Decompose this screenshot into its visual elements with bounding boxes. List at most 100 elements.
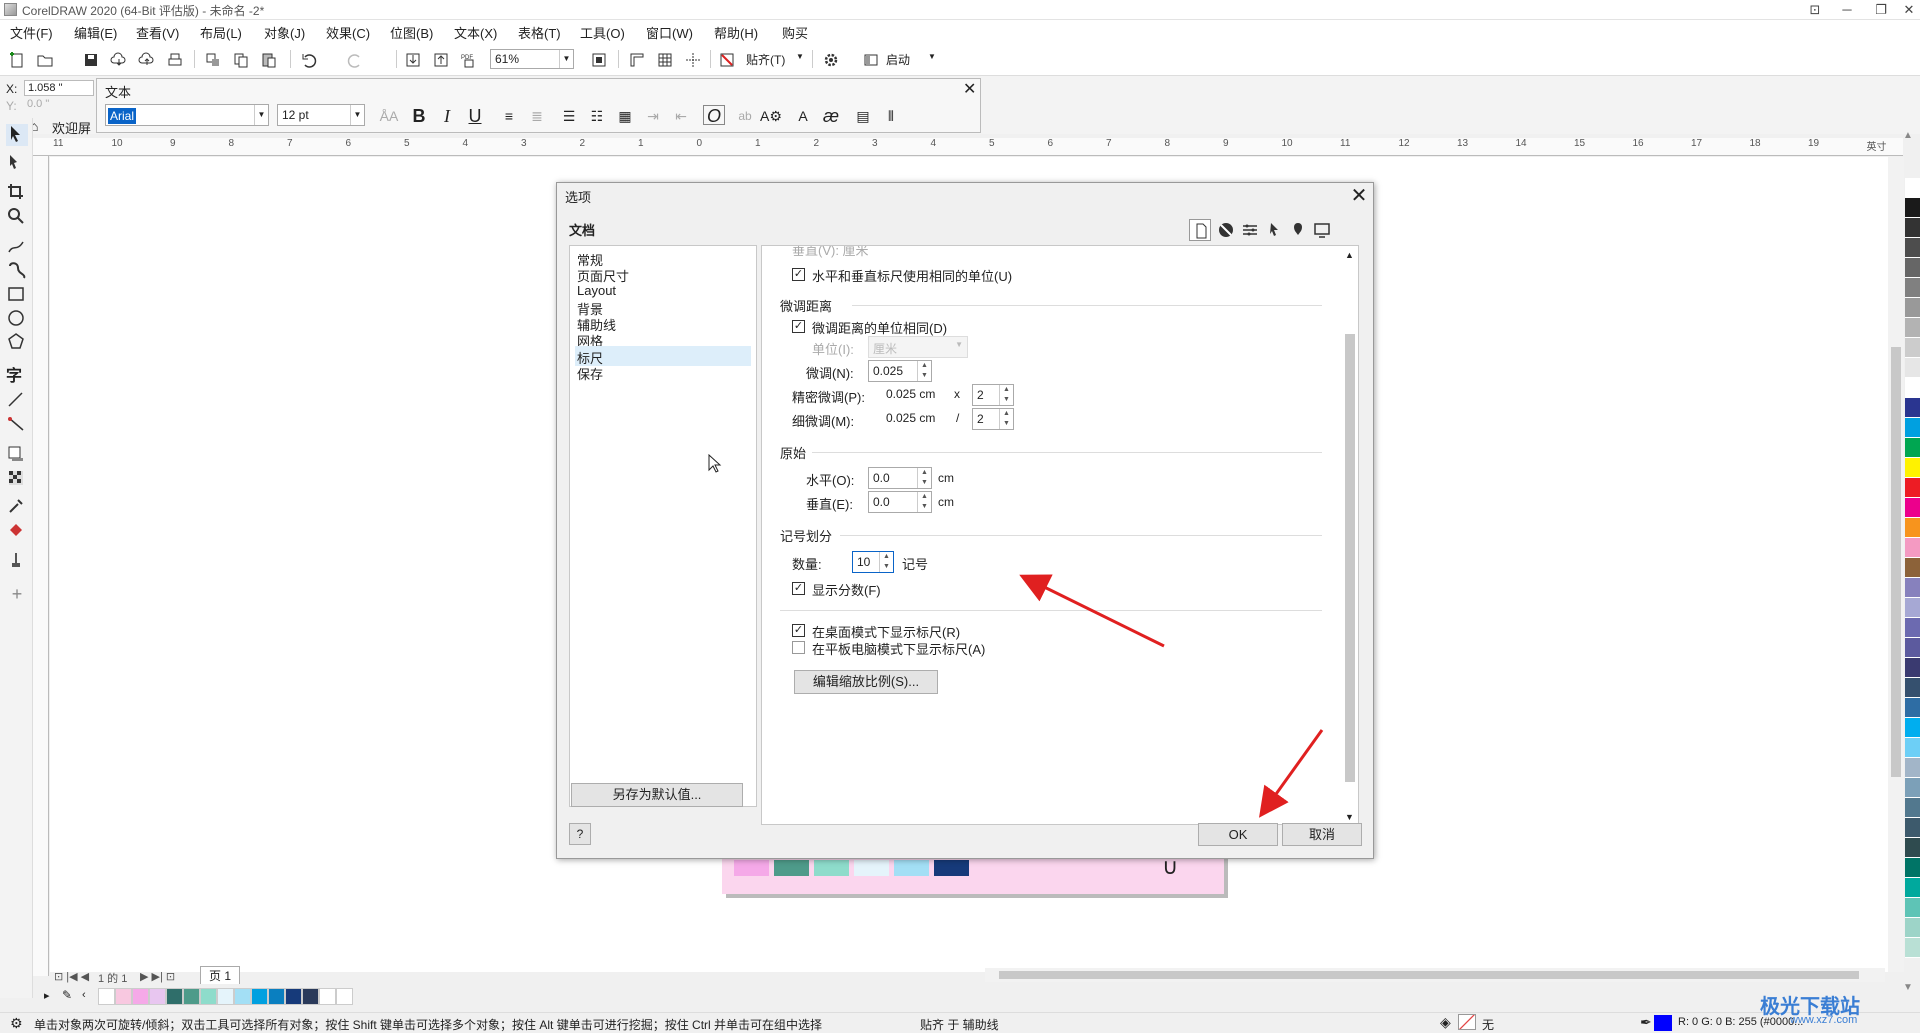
spinner-arrows-icon[interactable]: ▲ ▼ [999, 385, 1013, 405]
snap-to-dropdown[interactable]: 贴齐(T) [746, 51, 785, 68]
palette-swatch[interactable] [1905, 818, 1920, 838]
palette-swatch[interactable] [1905, 258, 1920, 278]
rectangle-tool-icon[interactable] [6, 284, 28, 306]
micro-nudge-spinner[interactable]: 2 ▲ ▼ [972, 408, 1014, 430]
artistic-media-icon[interactable] [6, 260, 28, 282]
palette-swatch[interactable] [1905, 558, 1920, 578]
increase-indent-icon[interactable]: ⇥ [641, 105, 665, 127]
palette-swatch[interactable] [1905, 738, 1920, 758]
tablet-show-rulers-checkbox[interactable] [792, 641, 805, 654]
crop-tool-icon[interactable] [6, 182, 28, 204]
menu-object[interactable]: 对象(J) [264, 23, 305, 42]
palette-swatch[interactable] [1905, 378, 1920, 398]
palette-swatch[interactable] [1905, 798, 1920, 818]
nudge-same-unit-checkbox[interactable]: ✓ [792, 320, 805, 333]
menu-file[interactable]: 文件(F) [10, 23, 53, 42]
welcome-tab[interactable]: 欢迎屏 [52, 118, 96, 137]
palette-swatch[interactable] [1905, 198, 1920, 218]
maximize-button[interactable]: ❐ [1866, 0, 1896, 20]
underline-icon[interactable]: U [463, 105, 487, 127]
menu-text[interactable]: 文本(X) [454, 23, 497, 42]
edit-scale-button[interactable]: 编辑缩放比例(S)... [794, 670, 938, 694]
unit-combo[interactable]: 厘米 ▼ [868, 336, 968, 358]
cloud-download-icon[interactable] [108, 49, 130, 69]
palette-swatch[interactable] [1905, 178, 1920, 198]
character-format-icon[interactable]: A [791, 105, 815, 127]
launch-app-icon[interactable] [860, 49, 882, 69]
horizontal-origin-spinner[interactable]: 0.0 ▲ ▼ [868, 467, 932, 489]
palette-swatch[interactable] [1905, 918, 1920, 938]
palette-swatch[interactable] [1905, 478, 1920, 498]
show-rulers-icon[interactable] [626, 49, 648, 69]
x-coordinate-field[interactable]: 1.058 " [24, 80, 94, 96]
save-as-default-button[interactable]: 另存为默认值... [571, 783, 743, 807]
scroll-thumb[interactable] [1891, 347, 1901, 777]
palette-swatch[interactable] [1905, 698, 1920, 718]
bold-icon[interactable]: B [407, 105, 431, 127]
same-units-checkbox[interactable]: ✓ [792, 268, 805, 281]
numbered-list-icon[interactable]: ☷ [585, 105, 609, 127]
decrease-indent-icon[interactable]: ⇤ [669, 105, 693, 127]
palette-swatch[interactable] [1905, 638, 1920, 658]
menu-layout[interactable]: 布局(L) [200, 23, 242, 42]
vertical-origin-spinner[interactable]: 0.0 ▲ ▼ [868, 491, 932, 513]
eyedropper-icon[interactable] [6, 496, 28, 518]
palette-scroll-down-icon[interactable]: ▼ [1903, 982, 1913, 993]
document-page[interactable]: ∪ [722, 854, 1224, 894]
snap-off-icon[interactable] [716, 49, 738, 69]
new-document-icon[interactable] [6, 49, 28, 69]
restore-panel-icon[interactable]: ⊡ [1800, 0, 1830, 20]
scroll-thumb[interactable] [1345, 334, 1355, 782]
show-guidelines-icon[interactable] [682, 49, 704, 69]
opentype-icon[interactable]: O [703, 105, 725, 126]
interactive-fill-icon[interactable] [6, 520, 28, 542]
menu-bitmaps[interactable]: 位图(B) [390, 23, 433, 42]
document-palette-swatch[interactable] [285, 988, 302, 1005]
transparency-icon[interactable] [6, 468, 28, 490]
close-window-button[interactable]: ✕ [1894, 0, 1920, 20]
drop-cap-icon[interactable]: ▦ [613, 105, 637, 127]
zoom-level-combo[interactable]: 61% ▼ [490, 49, 574, 69]
palette-swatch[interactable] [1905, 758, 1920, 778]
import-icon[interactable] [402, 49, 424, 69]
document-palette-swatch[interactable] [251, 988, 268, 1005]
show-fractions-checkbox[interactable]: ✓ [792, 582, 805, 595]
palette-swatch[interactable] [1905, 358, 1920, 378]
palette-swatch[interactable] [1905, 218, 1920, 238]
palette-arrow-icon[interactable]: ▸ [44, 989, 50, 1002]
menu-edit[interactable]: 编辑(E) [74, 23, 117, 42]
palette-swatch[interactable] [1905, 418, 1920, 438]
redo-icon[interactable] [344, 49, 366, 69]
palette-swatch[interactable] [1905, 238, 1920, 258]
menu-tools[interactable]: 工具(O) [580, 23, 625, 42]
pointer-icon[interactable] [1263, 219, 1285, 241]
palette-scroll-up-icon[interactable]: ▲ [1903, 130, 1913, 141]
show-grid-icon[interactable] [654, 49, 676, 69]
palette-swatch[interactable] [1905, 398, 1920, 418]
nudge-spinner[interactable]: 0.025 ▲ ▼ [868, 360, 932, 382]
chevron-down-icon[interactable]: ▼ [1345, 812, 1354, 822]
palette-swatch[interactable] [1905, 438, 1920, 458]
copy-icon[interactable] [230, 49, 252, 69]
cloud-upload-icon[interactable] [136, 49, 158, 69]
export-icon[interactable] [430, 49, 452, 69]
freehand-tool-icon[interactable] [6, 236, 28, 258]
polygon-tool-icon[interactable] [6, 332, 28, 354]
spinner-arrows-icon[interactable]: ▲ ▼ [917, 361, 931, 381]
document-palette-swatch[interactable] [98, 988, 115, 1005]
palette-swatch[interactable] [1905, 718, 1920, 738]
print-icon[interactable] [164, 49, 186, 69]
fill-swatch[interactable] [1458, 1014, 1476, 1030]
spinner-arrows-icon[interactable]: ▲ ▼ [917, 492, 931, 512]
publish-pdf-icon[interactable]: PDF [458, 49, 480, 69]
help-button[interactable]: ? [569, 823, 591, 845]
horizontal-scrollbar[interactable] [985, 968, 1885, 982]
text-align-icon[interactable]: ≡ [497, 105, 521, 127]
document-palette-swatch[interactable] [115, 988, 132, 1005]
document-palette-swatch[interactable] [336, 988, 353, 1005]
palette-swatch[interactable] [1905, 858, 1920, 878]
drop-shadow-icon[interactable] [6, 444, 28, 466]
document-palette-swatch[interactable] [234, 988, 251, 1005]
chevron-left-icon[interactable]: ‹ [82, 989, 86, 1001]
paste-icon[interactable] [258, 49, 280, 69]
